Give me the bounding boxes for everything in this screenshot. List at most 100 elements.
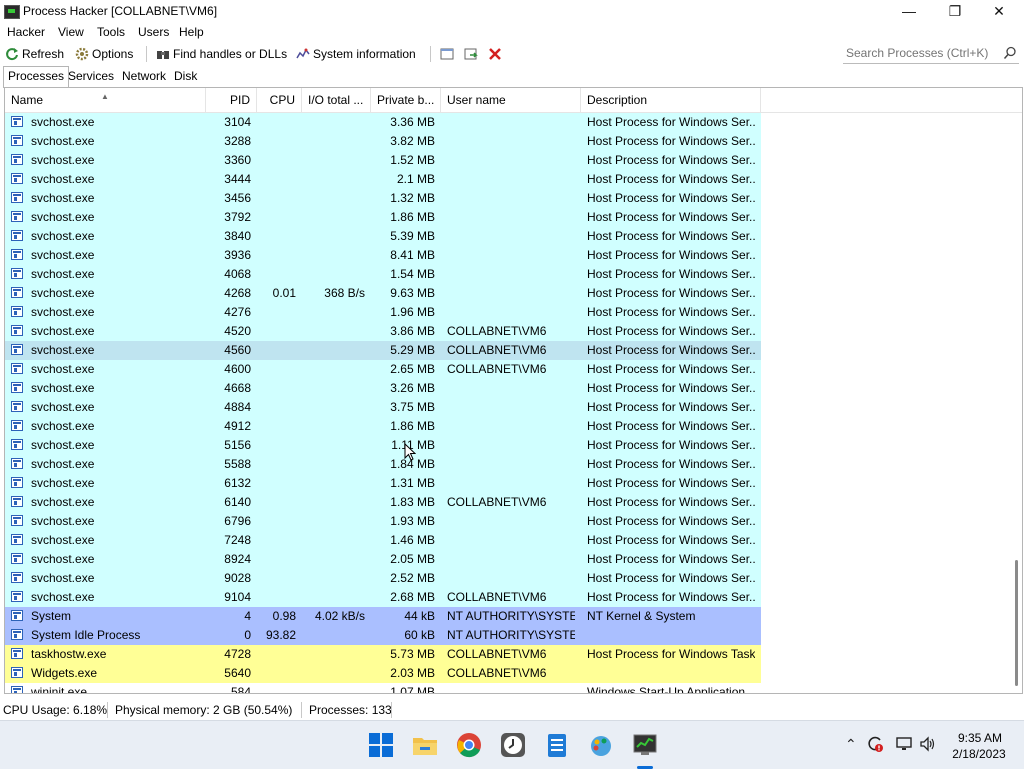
process-row[interactable]: svchost.exe 3792 1.86 MB Host Process for W… <box>5 208 761 227</box>
process-name-cell: wininit.exe <box>31 685 88 694</box>
process-row[interactable]: svchost.exe 4276 1.96 MB Host Process for W… <box>5 303 761 322</box>
pid-cell: 4068 <box>224 267 251 281</box>
column-description[interactable]: Description <box>581 88 761 112</box>
sort-up-icon: ▲ <box>101 92 109 101</box>
menu-view[interactable]: View <box>58 25 84 39</box>
scrollbar-thumb[interactable] <box>1015 560 1018 686</box>
process-name-cell: svchost.exe <box>31 590 95 604</box>
minimize-button[interactable]: — <box>886 0 932 23</box>
process-row[interactable]: svchost.exe 3840 5.39 MB Host Process for W… <box>5 227 761 246</box>
process-row[interactable]: svchost.exe 4520 3.86 MB COLLABNET\VM6 Host … <box>5 322 761 341</box>
process-name-cell: svchost.exe <box>31 381 95 395</box>
process-row[interactable]: svchost.exe 9028 2.52 MB Host Process for W… <box>5 569 761 588</box>
file-explorer-icon[interactable] <box>411 731 439 759</box>
refresh-button[interactable]: Refresh <box>5 45 64 63</box>
process-rows: svchost.exe 3104 3.36 MB Host Process for W… <box>5 113 761 694</box>
process-row[interactable]: svchost.exe 3456 1.32 MB Host Process for W… <box>5 189 761 208</box>
process-row[interactable]: svchost.exe 4884 3.75 MB Host Process for W… <box>5 398 761 417</box>
process-row[interactable]: svchost.exe 4668 3.26 MB Host Process for W… <box>5 379 761 398</box>
menu-help[interactable]: Help <box>179 25 204 39</box>
cpu-cell <box>263 208 296 227</box>
column-pid[interactable]: PID <box>206 88 257 112</box>
windows-start-icon[interactable] <box>367 731 395 759</box>
process-row[interactable]: System 4 0.98 4.02 kB/s 44 kB NT AUTHORITY\SY… <box>5 607 761 626</box>
process-row[interactable]: svchost.exe 3360 1.52 MB Host Process for W… <box>5 151 761 170</box>
mouse-cursor-icon <box>404 443 416 461</box>
process-icon <box>11 154 23 165</box>
user-name-cell: COLLABNET\VM6 <box>447 343 547 357</box>
system-information-button[interactable]: System information <box>296 45 416 63</box>
process-icon <box>11 306 23 317</box>
private-bytes-cell: 2.03 MB <box>390 666 435 680</box>
restore-button[interactable]: ❐ <box>932 0 978 23</box>
options-button[interactable]: Options <box>75 45 133 63</box>
close-button[interactable]: ✕ <box>976 0 1022 23</box>
tab-services[interactable]: Services <box>64 67 118 86</box>
private-bytes-cell: 1.31 MB <box>390 476 435 490</box>
process-name-cell: svchost.exe <box>31 172 95 186</box>
tab-disk[interactable]: Disk <box>170 67 201 86</box>
search-icon[interactable] <box>1003 46 1017 60</box>
clock-app-icon[interactable] <box>499 731 527 759</box>
column-private-bytes[interactable]: Private b... <box>371 88 441 112</box>
process-row[interactable]: svchost.exe 5156 1.11 MB Host Process for W… <box>5 436 761 455</box>
paint-icon[interactable] <box>587 731 615 759</box>
process-row[interactable]: svchost.exe 9104 2.68 MB COLLABNET\VM6 Host … <box>5 588 761 607</box>
process-row[interactable]: svchost.exe 6796 1.93 MB Host Process for W… <box>5 512 761 531</box>
process-row[interactable]: svchost.exe 5588 1.84 MB Host Process for W… <box>5 455 761 474</box>
process-row[interactable]: svchost.exe 3444 2.1 MB Host Process for Wi… <box>5 170 761 189</box>
process-row[interactable]: taskhostw.exe 4728 5.73 MB COLLABNET\VM6 Hos… <box>5 645 761 664</box>
menu-hacker[interactable]: Hacker <box>7 25 45 39</box>
vertical-scrollbar[interactable] <box>1012 113 1022 693</box>
process-row[interactable]: svchost.exe 4068 1.54 MB Host Process for W… <box>5 265 761 284</box>
find-handles-button[interactable]: Find handles or DLLs <box>156 45 287 63</box>
network-icon[interactable] <box>895 736 913 752</box>
process-icon <box>11 116 23 127</box>
chrome-icon[interactable] <box>455 731 483 759</box>
process-row[interactable]: System Idle Process 0 93.82 60 kB NT AUTHORI… <box>5 626 761 645</box>
process-row[interactable]: svchost.exe 4600 2.65 MB COLLABNET\VM6 Host … <box>5 360 761 379</box>
io-cell <box>308 531 365 550</box>
process-row[interactable]: Widgets.exe 5640 2.03 MB COLLABNET\VM6 <box>5 664 761 683</box>
process-row[interactable]: svchost.exe 3104 3.36 MB Host Process for W… <box>5 113 761 132</box>
process-row[interactable]: svchost.exe 4560 5.29 MB COLLABNET\VM6 Host … <box>5 341 761 360</box>
tab-processes[interactable]: Processes <box>3 66 70 88</box>
process-row[interactable]: svchost.exe 4268 0.01 368 B/s 9.63 MB Host Pr… <box>5 284 761 303</box>
column-cpu[interactable]: CPU <box>257 88 302 112</box>
notepad-icon[interactable] <box>543 731 571 759</box>
process-icon <box>11 572 23 583</box>
tab-network[interactable]: Network <box>118 67 170 86</box>
io-cell <box>308 664 365 683</box>
description-cell: Host Process for Windows Ser... <box>587 457 755 471</box>
column-name[interactable]: Name ▲ <box>5 88 206 112</box>
show-window-button[interactable] <box>440 45 454 63</box>
process-tree[interactable]: Name ▲ PID CPU I/O total ... Private b...… <box>4 87 1023 694</box>
process-row[interactable]: svchost.exe 7248 1.46 MB Host Process for W… <box>5 531 761 550</box>
process-row[interactable]: svchost.exe 6132 1.31 MB Host Process for W… <box>5 474 761 493</box>
taskbar-clock-time[interactable]: 9:35 AM <box>950 731 1010 745</box>
process-hacker-taskbar-icon[interactable] <box>631 731 659 759</box>
process-row[interactable]: svchost.exe 3288 3.82 MB Host Process for W… <box>5 132 761 151</box>
io-cell <box>308 569 365 588</box>
menu-users[interactable]: Users <box>138 25 169 39</box>
terminate-button[interactable] <box>488 45 502 63</box>
menu-tools[interactable]: Tools <box>97 25 125 39</box>
cpu-cell <box>263 246 296 265</box>
process-icon <box>11 553 23 564</box>
search-input[interactable] <box>846 46 996 60</box>
chevron-up-icon[interactable]: ⌃ <box>845 736 857 753</box>
column-io-total[interactable]: I/O total ... <box>302 88 371 112</box>
taskbar-clock-date[interactable]: 2/18/2023 <box>944 747 1014 761</box>
process-row[interactable]: svchost.exe 3936 8.41 MB Host Process for W… <box>5 246 761 265</box>
column-user-name[interactable]: User name <box>441 88 581 112</box>
go-to-process-button[interactable] <box>464 45 478 63</box>
private-bytes-cell: 3.86 MB <box>390 324 435 338</box>
pid-cell: 8924 <box>224 552 251 566</box>
io-cell <box>308 322 365 341</box>
process-row[interactable]: wininit.exe 584 1.07 MB Windows Start-Up Ap… <box>5 683 761 694</box>
update-icon[interactable] <box>866 735 884 753</box>
process-row[interactable]: svchost.exe 8924 2.05 MB Host Process for W… <box>5 550 761 569</box>
process-row[interactable]: svchost.exe 6140 1.83 MB COLLABNET\VM6 Host … <box>5 493 761 512</box>
volume-icon[interactable] <box>919 736 937 752</box>
process-row[interactable]: svchost.exe 4912 1.86 MB Host Process for W… <box>5 417 761 436</box>
